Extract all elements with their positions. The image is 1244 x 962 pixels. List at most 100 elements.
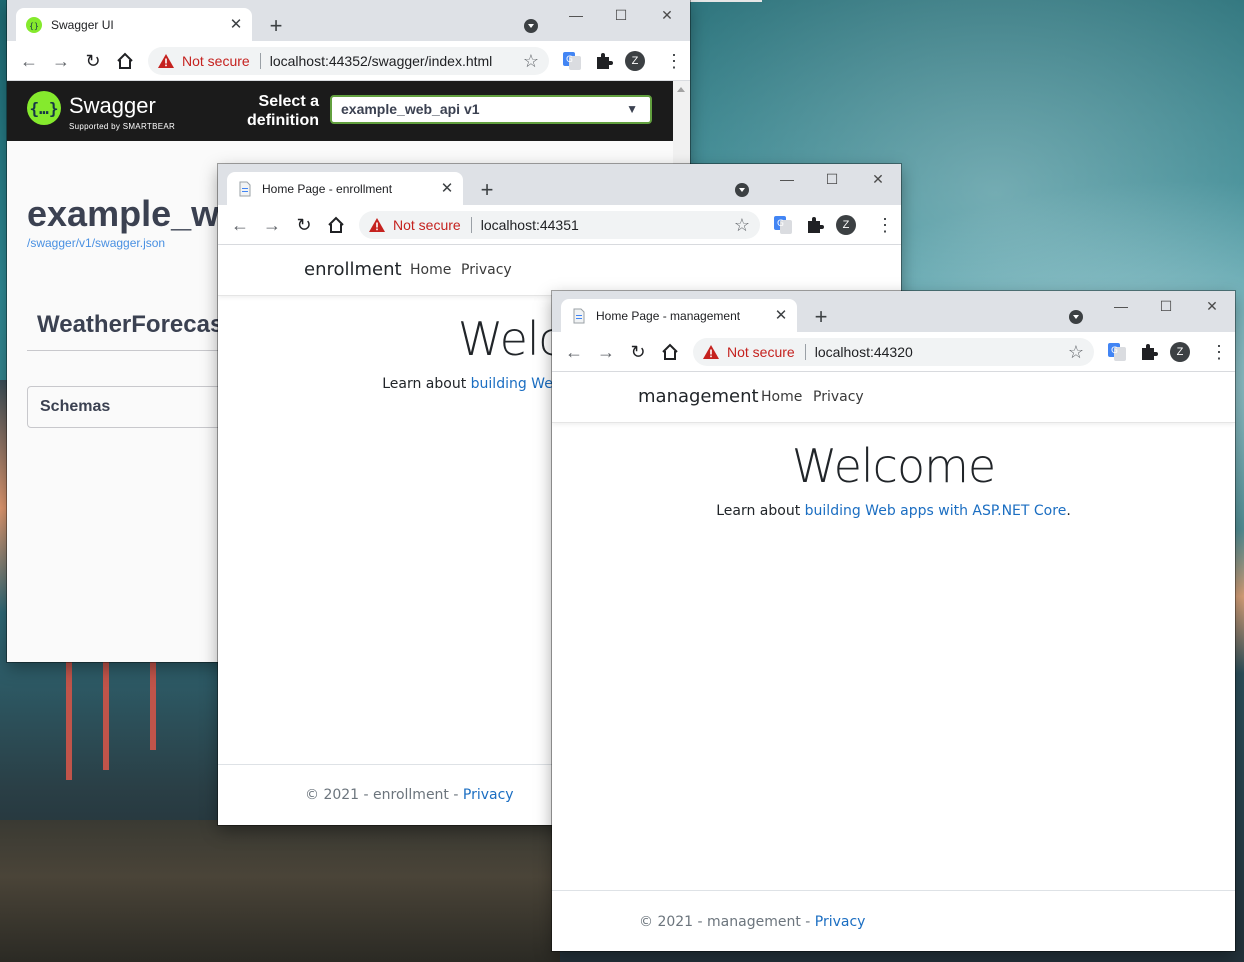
omnibox-separator [259,53,261,69]
footer-privacy-link[interactable]: Privacy [463,787,514,803]
learn-suffix: . [1066,503,1071,519]
not-secure-label: Not secure [182,53,250,69]
footer-text: © 2021 - management - [639,914,815,930]
swagger-brand-sub: Supported by SMARTBEAR [69,122,176,131]
bookmark-star-icon[interactable]: ☆ [1068,342,1084,363]
reload-icon[interactable]: ↻ [624,338,652,366]
home-icon[interactable] [111,47,139,75]
reload-icon[interactable]: ↻ [79,47,107,75]
forward-icon[interactable]: → [47,47,75,75]
omnibox-separator [804,344,806,360]
site-brand[interactable]: enrollment [304,259,402,280]
kebab-menu-icon[interactable]: ⋮ [1210,340,1228,364]
maximize-button[interactable]: ☐ [598,0,644,32]
footer-text: © 2021 - enrollment - [305,787,463,803]
swagger-favicon-icon: {} [26,16,42,33]
site-footer: © 2021 - management - Privacy [639,914,865,930]
tab-title: Home Page - enrollment [262,181,393,196]
url-text: localhost:44320 [814,344,913,360]
site-navbar: enrollment Home Privacy [218,245,901,296]
close-window-button[interactable]: ✕ [1189,291,1235,323]
chevron-down-icon: ▼ [626,102,638,116]
profile-avatar[interactable]: Z [625,51,645,71]
back-icon[interactable]: ← [560,338,588,366]
swagger-brand: Swagger [69,93,156,118]
tab-swagger[interactable]: {} Swagger UI ✕ [16,8,252,41]
svg-text:G: G [566,55,573,65]
toolbar: ← → ↻ Not secure localhost:44351 ☆ G Z ⋮ [218,205,901,245]
swagger-json-link[interactable]: /swagger/v1/swagger.json [27,236,165,250]
kebab-menu-icon[interactable]: ⋮ [876,213,894,237]
nav-privacy-link[interactable]: Privacy [461,262,512,278]
google-translate-icon[interactable]: G [773,215,793,235]
profile-avatar[interactable]: Z [836,215,856,235]
tab-strip: Home Page - enrollment ✕ + — ☐ ✕ [218,164,901,205]
close-tab-icon[interactable]: ✕ [228,16,244,33]
omnibox-separator [470,217,472,233]
page-favicon-icon [573,308,585,323]
desktop-scenery-bottom [0,820,560,962]
google-translate-icon[interactable]: G [1107,342,1127,362]
address-bar[interactable]: Not secure localhost:44352/swagger/index… [148,47,549,75]
nav-privacy-link[interactable]: Privacy [813,389,864,405]
new-tab-button[interactable]: + [262,12,290,40]
back-icon[interactable]: ← [226,211,254,239]
page-favicon-icon [239,181,251,196]
reload-icon[interactable]: ↻ [290,211,318,239]
puzzle-icon[interactable] [1139,342,1159,362]
close-window-button[interactable]: ✕ [644,0,690,32]
tab-search-icon[interactable] [735,183,749,197]
tab-title: Swagger UI [51,17,114,32]
bridge-tower [150,660,156,750]
minimize-button[interactable]: — [1098,291,1144,323]
toolbar: ← → ↻ Not secure localhost:44352/swagger… [7,41,690,81]
swagger-logo-icon: {…} [27,91,61,125]
profile-avatar[interactable]: Z [1170,342,1190,362]
minimize-button[interactable]: — [553,0,599,32]
learn-prefix: Learn about [716,503,805,519]
maximize-button[interactable]: ☐ [1143,291,1189,323]
tab-search-icon[interactable] [524,19,538,33]
maximize-button[interactable]: ☐ [809,164,855,196]
bookmark-star-icon[interactable]: ☆ [734,215,750,236]
nav-home-link[interactable]: Home [761,389,802,405]
tab-management[interactable]: Home Page - management ✕ [561,299,797,332]
footer-privacy-link[interactable]: Privacy [815,914,866,930]
bookmark-star-icon[interactable]: ☆ [523,51,539,72]
operation-tag-weatherforecast[interactable]: WeatherForecast [37,311,231,339]
svg-text:{…}: {…} [30,99,59,118]
svg-text:G: G [1111,346,1118,356]
new-tab-button[interactable]: + [807,303,835,331]
puzzle-icon[interactable] [805,215,825,235]
svg-text:G: G [777,219,784,229]
forward-icon[interactable]: → [258,211,286,239]
minimize-button[interactable]: — [764,164,810,196]
tab-search-icon[interactable] [1069,310,1083,324]
aspnet-docs-link[interactable]: building Web apps with ASP.NET Core [805,503,1067,519]
close-window-button[interactable]: ✕ [855,164,901,196]
bridge-tower [66,660,72,780]
definition-select[interactable]: example_web_api v1 ▼ [330,95,652,124]
new-tab-button[interactable]: + [473,176,501,204]
back-icon[interactable]: ← [15,47,43,75]
google-translate-icon[interactable]: G [562,51,582,71]
tab-strip: Home Page - management ✕ + — ☐ ✕ [552,291,1235,332]
forward-icon[interactable]: → [592,338,620,366]
not-secure-label: Not secure [727,344,795,360]
puzzle-icon[interactable] [594,51,614,71]
url-text: localhost:44351 [480,217,579,233]
nav-home-link[interactable]: Home [410,262,451,278]
close-tab-icon[interactable]: ✕ [773,307,789,324]
home-icon[interactable] [656,338,684,366]
tab-enrollment[interactable]: Home Page - enrollment ✕ [227,172,463,205]
swagger-topbar: {…} Swagger Supported by SMARTBEAR Selec… [7,81,673,141]
home-icon[interactable] [322,211,350,239]
site-brand[interactable]: management [638,386,759,407]
address-bar[interactable]: Not secure localhost:44320 ☆ [693,338,1094,366]
site-navbar: management Home Privacy [552,372,1235,423]
address-bar[interactable]: Not secure localhost:44351 ☆ [359,211,760,239]
kebab-menu-icon[interactable]: ⋮ [665,49,683,73]
warning-triangle-icon [369,218,385,232]
close-tab-icon[interactable]: ✕ [439,180,455,197]
warning-triangle-icon [703,345,719,359]
